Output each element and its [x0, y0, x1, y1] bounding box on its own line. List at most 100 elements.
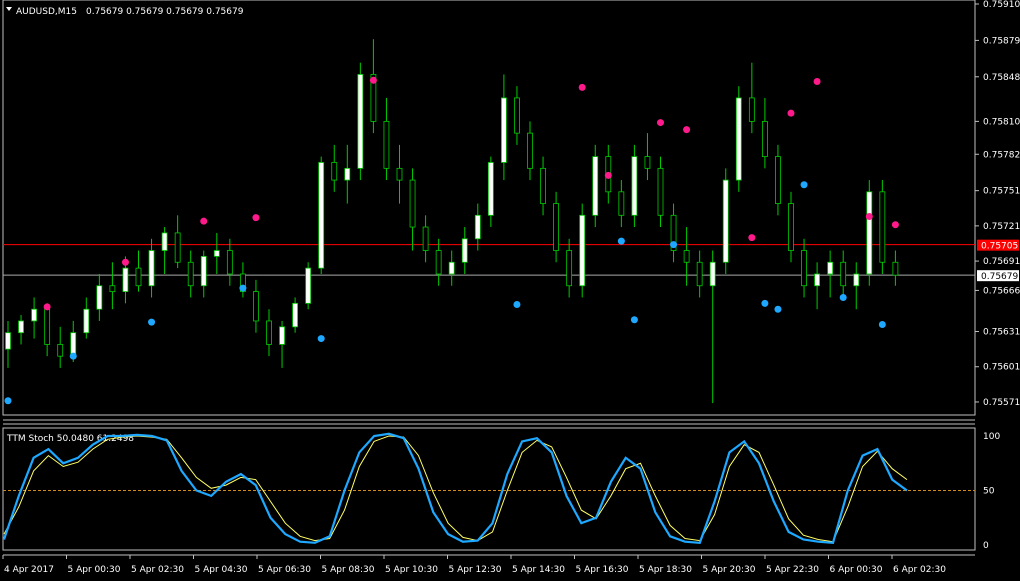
candle-body	[762, 120, 768, 158]
candle-body	[853, 273, 860, 287]
price-label: 0.75601	[983, 363, 1020, 373]
time-axis: 4 Apr 2017 5 Apr 00:30 5 Apr 02:30 5 Apr 04…	[2, 555, 946, 575]
candle-body	[344, 167, 351, 181]
signal-dot	[513, 301, 521, 309]
candle-body	[292, 302, 299, 328]
candle-body	[253, 291, 259, 322]
time-label: 5 Apr 04:30	[195, 565, 248, 575]
signal-dot	[578, 83, 586, 91]
candle-body	[135, 267, 142, 287]
time-label: 5 Apr 20:30	[703, 565, 756, 575]
candle-body	[722, 179, 729, 263]
signal-dot	[748, 234, 756, 242]
price-label: 0.75782	[983, 150, 1020, 160]
bid-price-label: 0.75705	[981, 242, 1018, 252]
candle-body	[840, 261, 847, 287]
candle-body	[18, 320, 24, 334]
price-label: 0.75751	[983, 187, 1020, 197]
candle-body	[618, 191, 625, 216]
candle-body	[540, 167, 546, 204]
price-label: 0.75631	[983, 328, 1020, 338]
price-label: 0.75848	[983, 73, 1020, 83]
time-label: 5 Apr 12:30	[449, 565, 502, 575]
candle-body	[553, 203, 559, 251]
candle-body	[435, 250, 442, 275]
stoch-panel-frame	[2, 427, 976, 551]
time-label: 5 Apr 10:30	[385, 565, 438, 575]
time-label: 5 Apr 14:30	[512, 565, 565, 575]
signal-dot	[43, 303, 51, 311]
candle-body	[748, 97, 755, 122]
ohlc-values: 0.75679 0.75679 0.75679 0.75679	[86, 7, 244, 17]
price-label: 0.75810	[983, 117, 1020, 127]
signal-dot	[787, 109, 795, 117]
ask-price-label: 0.75679	[981, 272, 1018, 282]
price-label: 0.75879	[983, 36, 1020, 46]
time-label: 5 Apr 08:30	[322, 565, 375, 575]
signal-dot	[670, 241, 678, 249]
chart-window[interactable]: AUDUSD,M15 0.75679 0.75679 0.75679 0.756…	[0, 0, 1020, 581]
stoch-level-label: 50	[983, 487, 995, 497]
signal-dot	[813, 77, 821, 85]
signal-dot	[4, 397, 12, 405]
candle-body	[448, 261, 455, 275]
candle-body	[396, 167, 403, 181]
candle-body	[200, 255, 207, 287]
signal-dot	[630, 316, 638, 324]
candle-body	[44, 308, 51, 345]
candle-body	[305, 267, 312, 304]
price-label: 0.75571	[983, 398, 1020, 408]
candle-body	[96, 285, 103, 310]
candle-body	[409, 179, 416, 228]
candle-body	[109, 285, 116, 293]
signal-dot	[604, 171, 612, 179]
signal-dot	[800, 181, 808, 189]
signal-dot	[369, 76, 377, 84]
candle-body	[775, 156, 781, 204]
time-label: 6 Apr 00:30	[830, 565, 883, 575]
candle-body	[696, 261, 703, 287]
candle-body	[709, 261, 716, 287]
price-label: 0.75666	[983, 286, 1020, 296]
candle-body	[514, 97, 520, 134]
candle-body	[788, 203, 794, 251]
candle-body	[566, 250, 573, 287]
stoch-level-label: 100	[983, 432, 1000, 442]
signal-dot	[761, 299, 769, 307]
candle-body	[83, 308, 90, 334]
signal-dot	[839, 293, 847, 301]
candle-body	[879, 191, 886, 263]
candle-body	[461, 238, 468, 263]
candle-body	[735, 97, 742, 181]
candle-body	[892, 261, 899, 276]
candle-body	[70, 332, 77, 357]
candle-body	[357, 74, 364, 169]
candle-body	[644, 156, 651, 169]
main-chart-header: AUDUSD,M15 0.75679 0.75679 0.75679 0.756…	[6, 7, 244, 17]
candle-body	[266, 320, 272, 345]
time-label: 5 Apr 18:30	[639, 565, 692, 575]
candle-body	[279, 326, 285, 345]
candle-body	[57, 344, 64, 357]
candle-body	[31, 308, 38, 322]
candle-body	[187, 261, 194, 287]
time-label: 6 Apr 02:30	[893, 565, 946, 575]
candle-body	[657, 167, 664, 216]
candle-body	[500, 97, 507, 163]
candle-body	[213, 250, 220, 257]
time-label: 4 Apr 2017	[4, 565, 54, 575]
candle-body	[827, 261, 834, 275]
candle-body	[148, 250, 155, 287]
signal-dot	[69, 352, 77, 360]
candle-body	[801, 250, 807, 287]
signal-dot	[617, 237, 625, 245]
signal-dot	[317, 335, 325, 343]
price-label: 0.75691	[983, 257, 1020, 267]
candle-body	[383, 120, 390, 169]
time-label: 5 Apr 00:30	[68, 565, 121, 575]
signal-dot	[878, 320, 886, 328]
candle-body	[579, 214, 586, 287]
candle-body	[422, 226, 429, 251]
signal-dot	[252, 214, 260, 222]
candle-body	[318, 162, 325, 269]
